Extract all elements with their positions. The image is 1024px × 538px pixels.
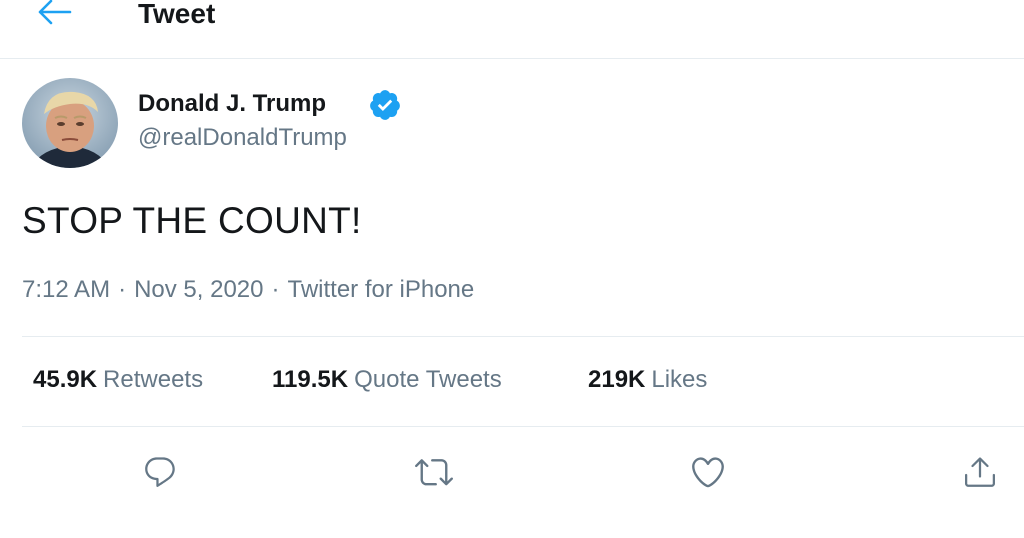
reply-icon <box>145 457 175 487</box>
tweet-text: STOP THE COUNT! <box>22 200 362 241</box>
likes-stat[interactable]: 219K Likes <box>588 366 707 394</box>
tweet-date[interactable]: Nov 5, 2020 <box>134 276 263 303</box>
retweets-label: Retweets <box>103 366 204 393</box>
divider <box>22 426 1024 427</box>
tweet-meta: 7:12 AM · Nov 5, 2020 · Twitter for iPhone <box>22 276 474 304</box>
quote-tweets-count: 119.5K <box>272 366 349 393</box>
avatar[interactable] <box>22 78 118 168</box>
meta-separator: · <box>271 276 280 303</box>
share-icon <box>965 457 995 487</box>
retweets-stat[interactable]: 45.9K Retweets <box>33 366 203 394</box>
user-handle[interactable]: @realDonaldTrump <box>138 124 347 152</box>
like-button[interactable] <box>684 448 732 496</box>
likes-label: Likes <box>651 366 708 393</box>
meta-separator: · <box>118 276 127 303</box>
quote-tweets-stat[interactable]: 119.5K Quote Tweets <box>272 366 502 394</box>
reply-button[interactable] <box>136 448 184 496</box>
tweet-time[interactable]: 7:12 AM <box>22 276 110 303</box>
retweets-count: 45.9K <box>33 366 98 393</box>
quote-tweets-label: Quote Tweets <box>354 366 502 393</box>
arrow-left-icon <box>38 0 72 25</box>
likes-count: 219K <box>588 366 646 393</box>
tweet-source[interactable]: Twitter for iPhone <box>287 276 474 303</box>
back-button[interactable] <box>34 0 74 28</box>
divider <box>22 336 1024 337</box>
share-button[interactable] <box>956 448 1004 496</box>
tweet-header: Tweet <box>0 0 1024 59</box>
retweet-icon <box>415 459 453 486</box>
page-title: Tweet <box>138 0 216 29</box>
verified-badge-icon <box>370 90 400 120</box>
retweet-button[interactable] <box>410 448 458 496</box>
heart-icon <box>692 457 724 488</box>
tweet-page: Tweet Donald J. Trump @realDonaldTrump S… <box>0 0 1024 538</box>
display-name[interactable]: Donald J. Trump <box>138 90 326 118</box>
avatar-image <box>22 78 118 168</box>
